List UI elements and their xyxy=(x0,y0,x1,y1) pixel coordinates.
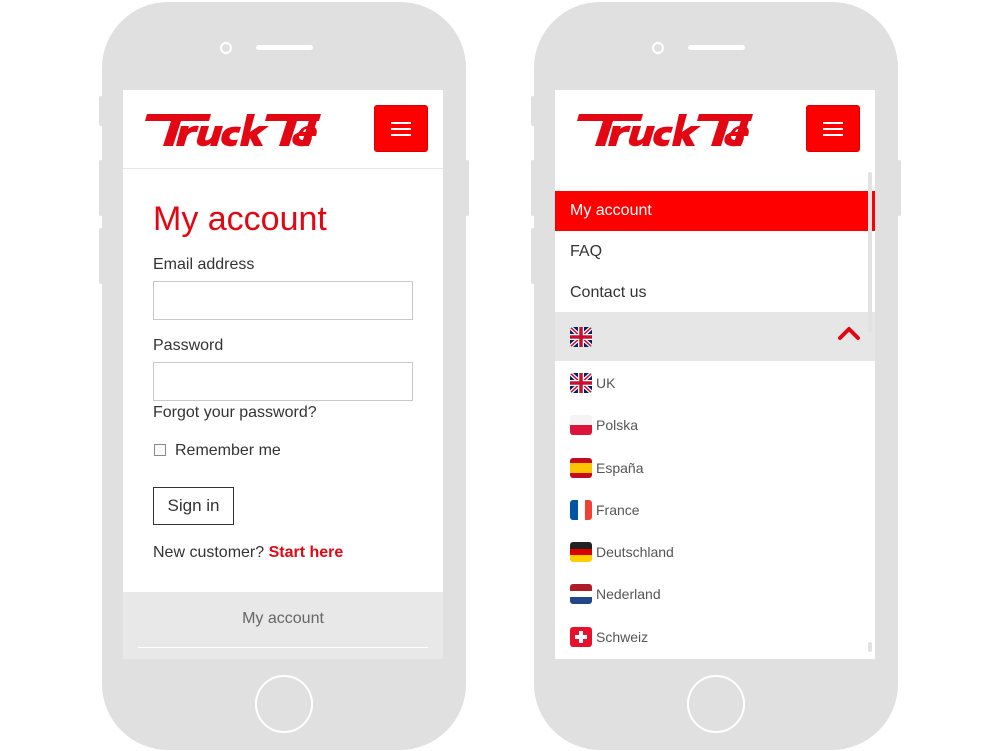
power-button xyxy=(896,160,901,216)
menu-item-my-account[interactable]: My account xyxy=(555,191,875,231)
password-field[interactable] xyxy=(153,362,413,401)
new-customer-text: New customer? xyxy=(153,544,265,561)
poland-flag-icon xyxy=(570,415,592,435)
menu-scrollbar[interactable] xyxy=(868,172,872,652)
france-flag-icon xyxy=(570,500,592,520)
remember-me-checkbox[interactable] xyxy=(154,444,166,456)
new-customer-line: New customer? Start here xyxy=(153,544,343,562)
spain-flag-icon xyxy=(570,458,592,478)
site-header xyxy=(555,90,875,169)
language-option-uk[interactable]: UK xyxy=(570,372,615,394)
earpiece-speaker xyxy=(256,45,313,50)
mute-switch xyxy=(531,96,536,126)
sign-in-button[interactable]: Sign in xyxy=(153,487,234,525)
language-label: France xyxy=(596,502,640,518)
earpiece-speaker xyxy=(688,45,745,50)
front-camera xyxy=(220,42,232,54)
power-button xyxy=(464,160,469,216)
language-option-deutschland[interactable]: Deutschland xyxy=(570,541,674,563)
netherlands-flag-icon xyxy=(570,584,592,604)
volume-down-button xyxy=(531,228,536,284)
language-option-france[interactable]: France xyxy=(570,499,640,521)
home-button xyxy=(687,675,745,733)
scrollbar-end xyxy=(868,642,872,652)
language-selector-toggle[interactable] xyxy=(555,312,875,361)
trucktel-logo[interactable] xyxy=(569,110,753,150)
footer-my-account-link[interactable]: My account xyxy=(123,610,443,628)
language-label: Nederland xyxy=(596,586,661,602)
language-label: UK xyxy=(596,375,616,391)
language-option-nederland[interactable]: Nederland xyxy=(570,583,661,605)
remember-me-label[interactable]: Remember me xyxy=(175,442,281,460)
footer-divider xyxy=(138,647,428,648)
language-label: Deutschland xyxy=(596,544,674,560)
switzerland-flag-icon xyxy=(570,627,592,647)
language-option-espana[interactable]: España xyxy=(570,457,643,479)
hamburger-menu-icon[interactable] xyxy=(806,105,860,152)
menu-item-faq[interactable]: FAQ xyxy=(555,232,875,272)
scrollbar-thumb[interactable] xyxy=(868,172,872,332)
email-label: Email address xyxy=(153,256,255,273)
language-option-polska[interactable]: Polska xyxy=(570,414,638,436)
menu-item-contact-us[interactable]: Contact us xyxy=(555,273,875,313)
uk-flag-icon xyxy=(570,327,592,347)
password-label: Password xyxy=(153,337,224,354)
page-title: My account xyxy=(153,200,327,238)
volume-up-button xyxy=(99,160,104,216)
volume-down-button xyxy=(99,228,104,284)
language-label: España xyxy=(596,460,644,476)
hamburger-menu-icon[interactable] xyxy=(374,105,428,152)
trucktel-logo[interactable] xyxy=(137,110,321,150)
uk-flag-icon xyxy=(570,373,592,393)
navigation-menu: My account FAQ Contact us UK Polska Espa… xyxy=(555,168,875,659)
front-camera xyxy=(652,42,664,54)
footer-nav: My account xyxy=(123,592,443,659)
home-button xyxy=(255,675,313,733)
language-label: Schweiz xyxy=(596,629,649,645)
start-here-link[interactable]: Start here xyxy=(269,544,344,561)
phone-screen-login: My account Email address Password Forgot… xyxy=(123,90,443,659)
language-option-schweiz[interactable]: Schweiz xyxy=(570,626,648,648)
language-label: Polska xyxy=(596,417,639,433)
site-header xyxy=(123,90,443,169)
volume-up-button xyxy=(531,160,536,216)
mute-switch xyxy=(99,96,104,126)
email-field[interactable] xyxy=(153,281,413,320)
phone-screen-menu: My account FAQ Contact us UK Polska Espa… xyxy=(555,90,875,659)
login-section: My account Email address Password Forgot… xyxy=(123,168,443,592)
germany-flag-icon xyxy=(570,542,592,562)
phone-frame-right: My account FAQ Contact us UK Polska Espa… xyxy=(531,2,901,750)
phone-frame-left: My account Email address Password Forgot… xyxy=(99,2,469,750)
chevron-up-icon[interactable] xyxy=(837,324,861,342)
forgot-password-link[interactable]: Forgot your password? xyxy=(153,404,317,422)
